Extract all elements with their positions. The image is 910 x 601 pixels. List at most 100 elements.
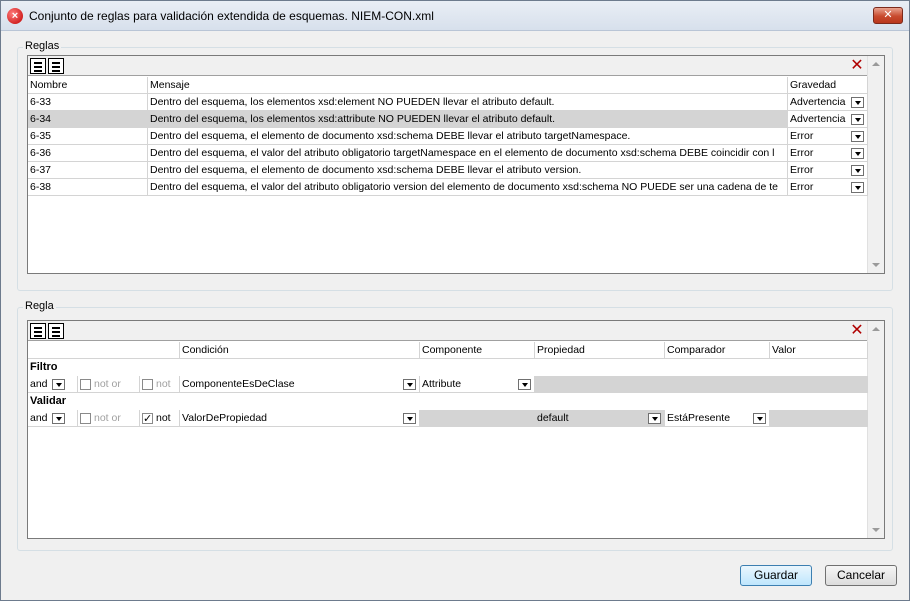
- delete-condition-icon[interactable]: ✕: [849, 323, 865, 339]
- rule-name: 6-33: [28, 94, 148, 111]
- not-or-checkbox[interactable]: [80, 379, 91, 390]
- title-bar: × Conjunto de reglas para validación ext…: [1, 1, 909, 31]
- logic-select[interactable]: and: [28, 410, 78, 427]
- severity-value: Advertencia: [790, 96, 846, 108]
- component-select[interactable]: Attribute: [420, 376, 535, 393]
- severity-value: Advertencia: [790, 113, 846, 125]
- rules-toolbar: ✕: [28, 56, 867, 76]
- severity-select[interactable]: Error: [788, 128, 868, 145]
- header-condition: Condición: [180, 342, 420, 359]
- chevron-down-icon[interactable]: [52, 379, 65, 390]
- not-label: not: [156, 378, 171, 390]
- rule-message: Dentro del esquema, el valor del atribut…: [148, 179, 788, 196]
- component-value: Attribute: [422, 378, 462, 390]
- not-checkbox[interactable]: [142, 379, 153, 390]
- rule-row[interactable]: 6-33 Dentro del esquema, los elementos x…: [28, 94, 868, 111]
- chevron-down-icon[interactable]: [648, 413, 661, 424]
- rule-message: Dentro del esquema, el elemento de docum…: [148, 162, 788, 179]
- rule-row[interactable]: 6-35 Dentro del esquema, el elemento de …: [28, 128, 868, 145]
- logic-value: and: [30, 412, 48, 424]
- chevron-down-icon[interactable]: [403, 379, 416, 390]
- chevron-down-icon[interactable]: [851, 114, 864, 125]
- not-toggle[interactable]: not: [140, 376, 180, 393]
- not-or-label: not or: [94, 378, 121, 390]
- error-icon: ×: [7, 8, 23, 24]
- header-name: Nombre: [28, 77, 148, 94]
- not-checkbox[interactable]: [142, 411, 153, 426]
- rules-scrollbar[interactable]: [867, 56, 884, 273]
- header-severity: Gravedad: [788, 77, 868, 94]
- not-or-label: not or: [94, 412, 121, 424]
- not-or-toggle[interactable]: not or: [78, 376, 140, 393]
- window-title: Conjunto de reglas para validación exten…: [29, 9, 434, 23]
- rule-message: Dentro del esquema, los elementos xsd:at…: [148, 111, 788, 128]
- severity-select[interactable]: Error: [788, 162, 868, 179]
- insert-rule-icon[interactable]: [48, 58, 64, 74]
- rule-scrollbar[interactable]: [867, 321, 884, 538]
- chevron-down-icon[interactable]: [753, 413, 766, 424]
- rule-row[interactable]: 6-36 Dentro del esquema, el valor del at…: [28, 145, 868, 162]
- rule-message: Dentro del esquema, el elemento de docum…: [148, 128, 788, 145]
- severity-select[interactable]: Error: [788, 179, 868, 196]
- insert-condition-icon[interactable]: [48, 323, 64, 339]
- rules-header-row: Nombre Mensaje Gravedad: [28, 77, 868, 94]
- add-condition-icon[interactable]: [30, 323, 46, 339]
- add-rule-icon[interactable]: [30, 58, 46, 74]
- severity-select[interactable]: Error: [788, 145, 868, 162]
- comparator-cell: [665, 376, 770, 393]
- delete-rule-icon[interactable]: ✕: [849, 58, 865, 74]
- cancel-button[interactable]: Cancelar: [825, 565, 897, 586]
- severity-value: Error: [790, 164, 814, 176]
- chevron-down-icon[interactable]: [403, 413, 416, 424]
- rules-panel: ✕ Nombre Mensaje Gravedad 6-33 Dentro de…: [27, 55, 885, 274]
- scroll-up-icon[interactable]: [872, 327, 880, 331]
- not-or-checkbox[interactable]: [80, 413, 91, 424]
- scroll-down-icon[interactable]: [872, 263, 880, 267]
- rule-name: 6-35: [28, 128, 148, 145]
- save-button[interactable]: Guardar: [740, 565, 812, 586]
- property-select[interactable]: default: [535, 410, 665, 427]
- condition-value: ComponenteEsDeClase: [182, 378, 295, 390]
- rule-row[interactable]: 6-37 Dentro del esquema, el elemento de …: [28, 162, 868, 179]
- severity-select[interactable]: Advertencia: [788, 94, 868, 111]
- dialog-window: × Conjunto de reglas para validación ext…: [0, 0, 910, 601]
- chevron-down-icon[interactable]: [518, 379, 531, 390]
- component-cell: [420, 410, 535, 427]
- not-or-toggle[interactable]: not or: [78, 410, 140, 427]
- comparator-select[interactable]: EstáPresente: [665, 410, 770, 427]
- rule-row[interactable]: 6-38 Dentro del esquema, el valor del at…: [28, 179, 868, 196]
- property-cell: [535, 376, 665, 393]
- chevron-down-icon[interactable]: [851, 131, 864, 142]
- rule-panel: ✕ Condición Componente Propiedad Compara…: [27, 320, 885, 539]
- value-cell: [770, 410, 868, 427]
- close-button[interactable]: ✕: [873, 7, 903, 24]
- rule-header-row: Condición Componente Propiedad Comparado…: [28, 342, 868, 359]
- scroll-down-icon[interactable]: [872, 528, 880, 532]
- chevron-down-icon[interactable]: [851, 182, 864, 193]
- chevron-down-icon[interactable]: [52, 413, 65, 424]
- header-spacer: [28, 342, 180, 359]
- logic-select[interactable]: and: [28, 376, 78, 393]
- condition-select[interactable]: ValorDePropiedad: [180, 410, 420, 427]
- not-label: not: [156, 412, 171, 424]
- chevron-down-icon[interactable]: [851, 148, 864, 159]
- validate-label: Validar: [30, 395, 67, 407]
- logic-value: and: [30, 378, 48, 390]
- severity-value: Error: [790, 181, 814, 193]
- not-toggle[interactable]: not: [140, 410, 180, 427]
- chevron-down-icon[interactable]: [851, 165, 864, 176]
- chevron-down-icon[interactable]: [851, 97, 864, 108]
- rule-toolbar: ✕: [28, 321, 867, 341]
- scroll-up-icon[interactable]: [872, 62, 880, 66]
- filter-label: Filtro: [30, 361, 58, 373]
- filter-row: and not or not ComponenteEsDeClase Attri…: [28, 376, 868, 393]
- validate-row: and not or not ValorDePropiedad default …: [28, 410, 868, 427]
- header-message: Mensaje: [148, 77, 788, 94]
- condition-select[interactable]: ComponenteEsDeClase: [180, 376, 420, 393]
- value-cell: [770, 376, 868, 393]
- rule-message: Dentro del esquema, los elementos xsd:el…: [148, 94, 788, 111]
- header-component: Componente: [420, 342, 535, 359]
- rule-row[interactable]: 6-34 Dentro del esquema, los elementos x…: [28, 111, 868, 128]
- severity-select[interactable]: Advertencia: [788, 111, 868, 128]
- rule-group-label: Regla: [23, 300, 56, 312]
